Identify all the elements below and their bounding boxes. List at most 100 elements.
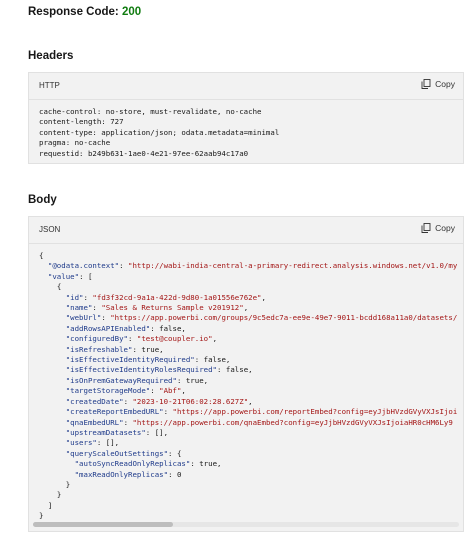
- body-copy-button[interactable]: Copy: [421, 223, 455, 233]
- headers-code-block: HTTP Copy cache-control: no-store, must-…: [28, 72, 464, 164]
- json-punct: ,: [261, 292, 266, 302]
- header-line: cache-control: no-store, must-revalidate…: [39, 107, 262, 116]
- json-key: "addRowsAPIEnabled": [65, 323, 151, 333]
- json-key: "users": [65, 438, 97, 448]
- json-punct: ,: [159, 344, 164, 354]
- json-key: "isOnPremGatewayRequired": [65, 375, 177, 385]
- json-line: }: [39, 511, 457, 521]
- headers-code: cache-control: no-store, must-revalidate…: [39, 107, 279, 159]
- json-string: "fd3f32cd-9a1a-422d-9d80-1a01556e762e": [92, 292, 262, 302]
- json-line: }: [39, 480, 457, 490]
- json-key: "isEffectiveIdentityRequired": [65, 355, 195, 365]
- json-line: "createReportEmbedURL": "https://app.pow…: [39, 407, 458, 417]
- json-string: "https://app.powerbi.com/reportEmbed?con…: [172, 407, 458, 417]
- json-key: "autoSyncReadOnlyReplicas": [74, 459, 191, 469]
- json-punct: ]: [47, 500, 53, 510]
- json-punct: :: [190, 459, 200, 469]
- json-punct: ,: [248, 396, 253, 406]
- json-key: "id": [65, 292, 84, 302]
- json-punct: :: [163, 407, 173, 417]
- json-punct: }: [39, 511, 44, 521]
- json-key: "createdDate": [65, 396, 124, 406]
- json-punct: }: [65, 479, 71, 489]
- json-key: "createReportEmbedURL": [65, 407, 164, 417]
- json-line: "id": "fd3f32cd-9a1a-422d-9d80-1a01556e7…: [39, 293, 457, 303]
- json-punct: ,: [203, 375, 209, 385]
- json-line: "autoSyncReadOnlyReplicas": true,: [39, 459, 457, 469]
- json-line: }: [39, 490, 457, 500]
- json-line: "@odata.context": "http://wabi-india-cen…: [39, 261, 457, 271]
- json-key: "upstreamDatasets": [65, 427, 146, 437]
- json-literal: false: [225, 365, 249, 375]
- json-key: "qnaEmbedURL": [65, 417, 124, 427]
- json-key: "webUrl": [65, 313, 102, 323]
- body-title: Body: [28, 194, 57, 206]
- json-punct: : {: [168, 448, 182, 458]
- header-line: pragma: no-cache: [39, 138, 111, 148]
- json-key: "targetStorageMode": [65, 386, 151, 396]
- json-punct: ,: [243, 303, 249, 313]
- headers-copy-button[interactable]: Copy: [421, 79, 455, 89]
- json-punct: ,: [181, 323, 186, 333]
- json-key: "@odata.context": [47, 261, 120, 271]
- scrollbar-thumb[interactable]: [33, 522, 173, 527]
- json-punct: ,: [248, 365, 253, 375]
- body-code-block: JSON Copy { "@odata.context": "http://wa…: [28, 216, 464, 532]
- json-punct: ,: [225, 355, 231, 365]
- headers-lang-label: HTTP: [39, 81, 60, 90]
- copy-icon: [421, 79, 431, 89]
- json-punct: :: [119, 261, 129, 271]
- json-line: "targetStorageMode": "Abf",: [39, 386, 457, 396]
- json-key: "isEffectiveIdentityRolesRequired": [65, 365, 217, 375]
- json-line: {: [39, 282, 457, 292]
- json-literal: false: [159, 323, 182, 333]
- header-line: content-length: 727: [39, 117, 124, 127]
- json-literal: true: [185, 375, 204, 385]
- json-key: "name": [65, 303, 93, 313]
- json-line: "webUrl": "https://app.powerbi.com/group…: [39, 313, 458, 323]
- json-string: "test@coupler.io": [136, 334, 213, 344]
- body-code: { "@odata.context": "http://wabi-india-c…: [39, 251, 457, 522]
- json-line: "name": "Sales & Returns Sample v201912"…: [39, 303, 457, 313]
- json-punct: ,: [217, 459, 222, 469]
- json-line: "maxReadOnlyReplicas": 0: [39, 470, 457, 480]
- copy-icon: [421, 223, 431, 233]
- json-line: "queryScaleOutSettings": {: [39, 449, 457, 459]
- json-line: ]: [39, 501, 457, 511]
- json-literal: false: [203, 355, 226, 365]
- json-literal: true: [199, 459, 218, 469]
- header-line: content-type: application/json; odata.me…: [39, 127, 280, 137]
- json-string: "https://app.powerbi.com/groups/9c5edc7a…: [110, 313, 458, 323]
- headers-title: Headers: [28, 50, 74, 62]
- json-punct: ,: [212, 334, 218, 344]
- json-punct: }: [56, 490, 62, 500]
- json-punct: : [],: [96, 438, 120, 448]
- json-line: "isRefreshable": true,: [39, 345, 457, 355]
- header-line: requestid: b249b631-1ae0-4e21-97ee-62aab…: [39, 148, 249, 158]
- json-punct: :: [101, 313, 111, 323]
- json-string: "Abf": [159, 386, 182, 396]
- json-line: "isEffectiveIdentityRequired": false,: [39, 355, 457, 365]
- json-punct: ,: [181, 386, 186, 396]
- json-string: "Sales & Returns Sample v201912": [101, 303, 244, 313]
- horizontal-scrollbar[interactable]: [33, 522, 459, 527]
- json-line: "value": [: [39, 272, 457, 282]
- json-string: "2023-10-21T06:02:28.627Z": [132, 396, 249, 406]
- json-punct: {: [56, 282, 62, 292]
- response-code: Response Code: 200: [28, 6, 141, 18]
- json-punct: : [: [79, 271, 93, 281]
- headers-code-header: HTTP Copy: [29, 73, 463, 100]
- json-key: "value": [47, 271, 80, 281]
- body-code-header: JSON Copy: [29, 217, 463, 244]
- json-line: {: [39, 251, 457, 261]
- json-punct: :: [217, 365, 226, 375]
- json-punct: :: [92, 303, 102, 313]
- json-literal: true: [141, 344, 160, 354]
- copy-label: Copy: [435, 223, 455, 233]
- json-literal: 0: [176, 469, 182, 479]
- json-line: "upstreamDatasets": [],: [39, 428, 457, 438]
- json-punct: :: [128, 334, 137, 344]
- json-punct: : [],: [145, 427, 169, 437]
- json-punct: :: [194, 355, 204, 365]
- json-punct: {: [39, 251, 44, 260]
